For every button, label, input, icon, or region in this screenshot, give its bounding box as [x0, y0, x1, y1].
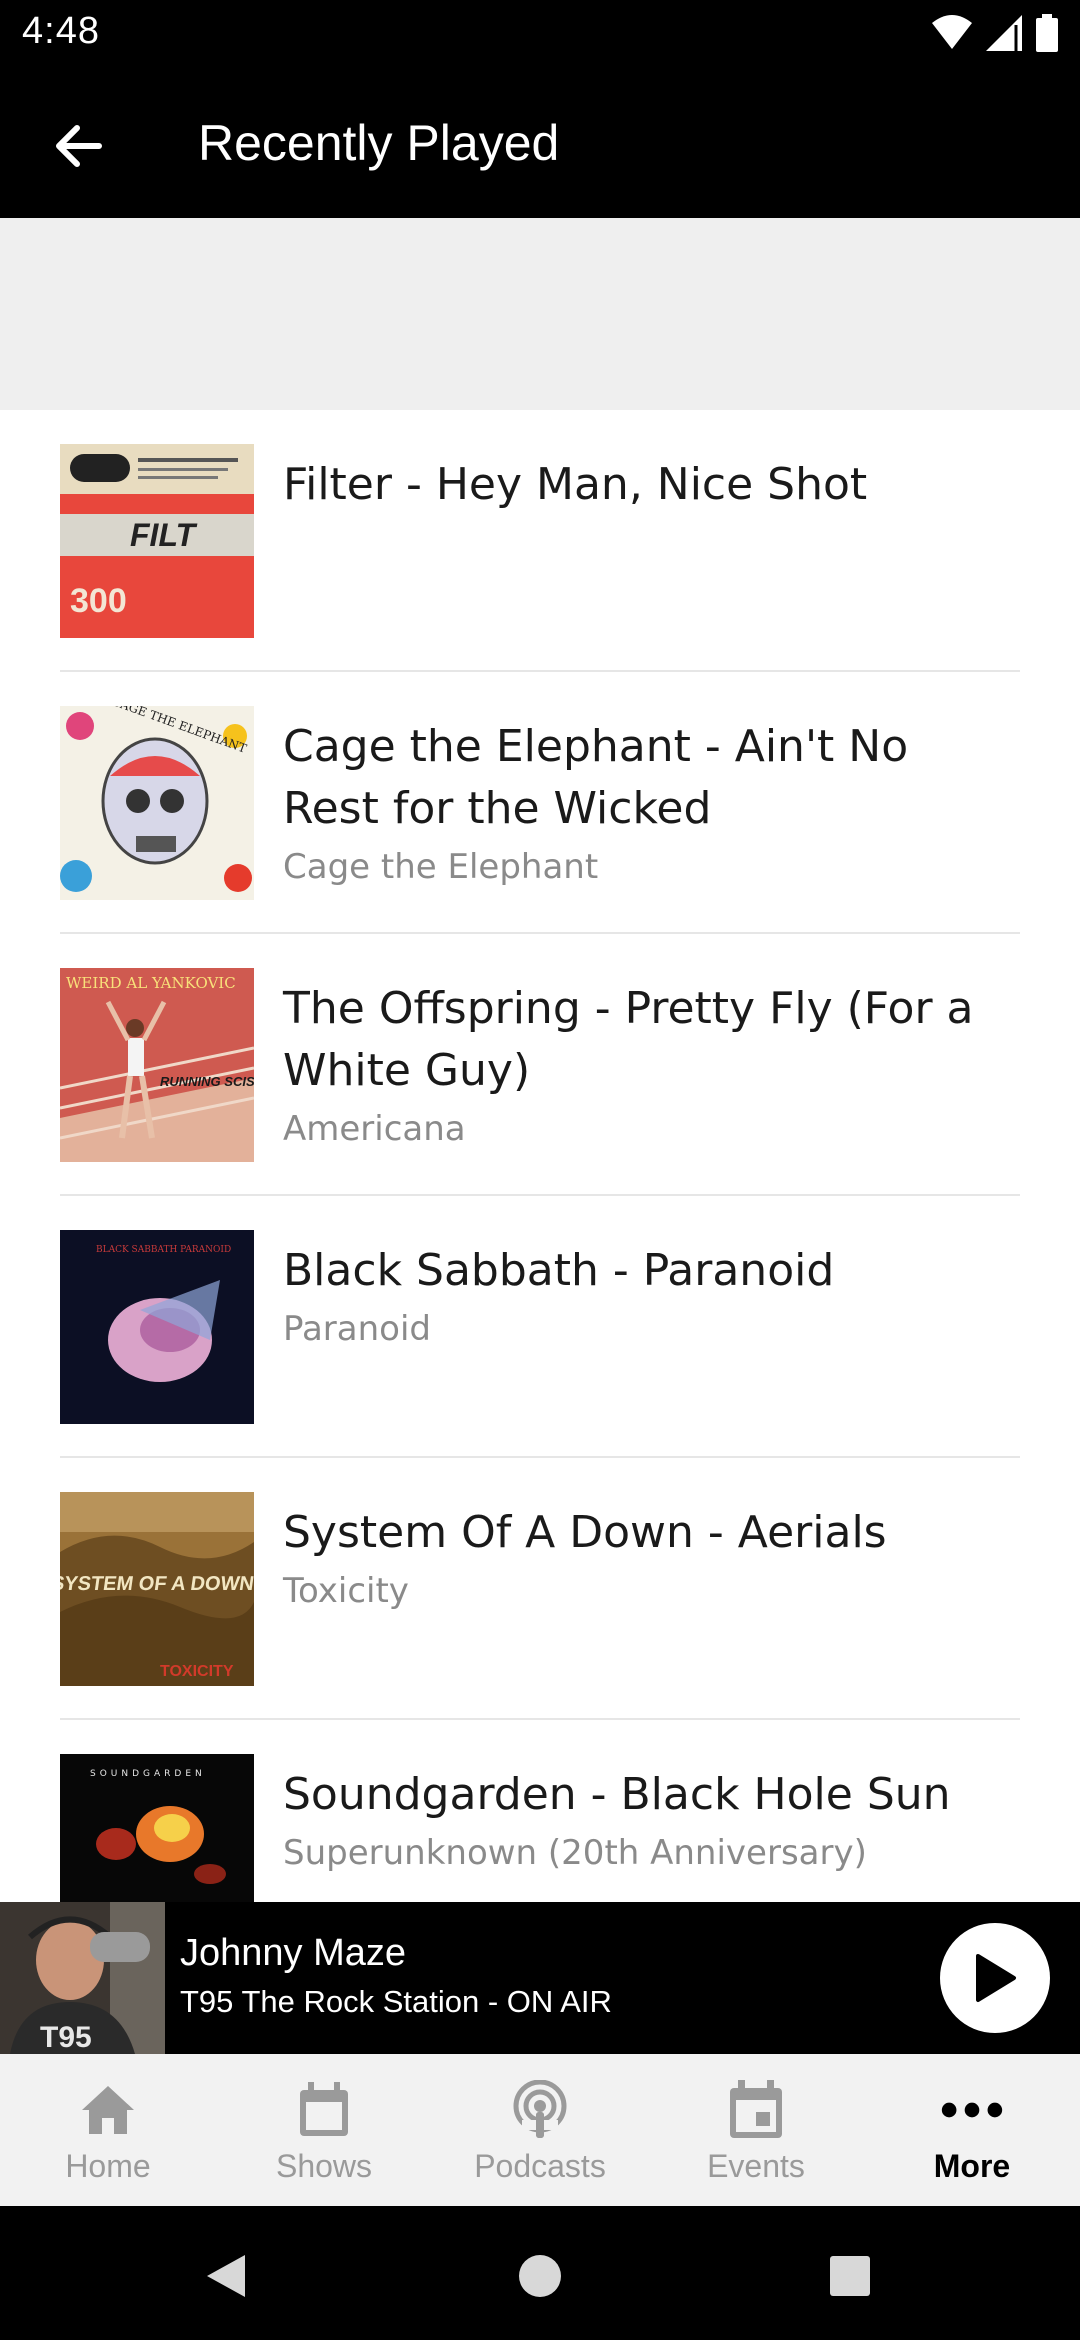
list-item[interactable]: CAGE THE ELEPHANT Cage the Elephant - Ai…: [60, 672, 1020, 934]
track-title: Black Sabbath - Paranoid: [283, 1245, 835, 1296]
offspring-art-text: WEIRD AL YANKOVIC: [66, 974, 236, 992]
list-item[interactable]: SYSTEM OF A DOWN TOXICITY System Of A Do…: [60, 1458, 1020, 1720]
more-icon: [941, 2102, 1003, 2118]
track-title: System Of A Down - Aerials: [283, 1507, 887, 1558]
nav-label: Shows: [275, 2148, 373, 2184]
system-navigation-bar: [0, 2206, 1080, 2340]
wifi-icon: [932, 15, 972, 49]
play-icon: [976, 1954, 1016, 2002]
podcast-icon: [513, 2080, 567, 2138]
calendar-icon: [300, 2082, 348, 2136]
triangle-back-icon: [207, 2255, 245, 2297]
nav-home[interactable]: Home: [0, 2054, 216, 2206]
nav-podcasts[interactable]: Podcasts: [432, 2054, 648, 2206]
filter-art-number: 300: [70, 582, 127, 620]
host-name: Johnny Maze: [180, 1932, 407, 1974]
filter-art-text: FILT: [130, 517, 198, 553]
square-recents-icon: [830, 2256, 870, 2296]
back-button[interactable]: [40, 108, 115, 183]
station-status: T95 The Rock Station - ON AIR: [180, 1984, 612, 2019]
album-art: CAGE THE ELEPHANT: [60, 706, 254, 900]
nav-more[interactable]: More: [864, 2054, 1080, 2206]
album-art: WEIRD AL YANKOVIC RUNNING SCISSORS: [60, 968, 254, 1162]
album-art: FILT 300: [60, 444, 254, 638]
list-item[interactable]: BLACK SABBATH PARANOID Black Sabbath - P…: [60, 1196, 1020, 1458]
status-time: 4:48: [22, 10, 100, 52]
signal-icon: [986, 15, 1022, 51]
mini-player[interactable]: T95 Johnny Maze T95 The Rock Station - O…: [0, 1902, 1080, 2054]
circle-home-icon: [519, 2255, 561, 2297]
track-subtitle: Cage the Elephant: [283, 847, 599, 887]
offspring-art-sub: RUNNING SCISSORS: [160, 1074, 254, 1089]
soundgarden-art-text: SOUNDGARDEN: [90, 1769, 206, 1779]
system-home-button[interactable]: [510, 2246, 570, 2306]
play-button[interactable]: [940, 1923, 1050, 2033]
track-subtitle: Superunknown (20th Anniversary): [283, 1833, 867, 1873]
nav-label: More: [933, 2148, 1011, 2184]
home-icon: [82, 2086, 134, 2134]
bottom-navigation: Home Shows Podcasts Events More: [0, 2054, 1080, 2206]
system-back-button[interactable]: [196, 2246, 256, 2306]
track-title: Soundgarden - Black Hole Sun: [283, 1769, 951, 1820]
track-subtitle: Toxicity: [283, 1571, 409, 1611]
list-item[interactable]: FILT 300 Filter - Hey Man, Nice Shot: [60, 410, 1020, 672]
host-avatar: T95: [0, 1902, 165, 2054]
list-item[interactable]: SOUNDGARDEN Soundgarden - Black Hole Sun…: [60, 1720, 1020, 1902]
album-art: SYSTEM OF A DOWN TOXICITY: [60, 1492, 254, 1686]
system-recents-button[interactable]: [820, 2246, 880, 2306]
soad-art-sub: TOXICITY: [160, 1663, 234, 1680]
track-subtitle: Americana: [283, 1109, 466, 1149]
list-item[interactable]: WEIRD AL YANKOVIC RUNNING SCISSORS The O…: [60, 934, 1020, 1196]
nav-events[interactable]: Events: [648, 2054, 864, 2206]
album-art: SOUNDGARDEN: [60, 1754, 254, 1902]
nav-label: Events: [707, 2148, 805, 2184]
track-title: Filter - Hey Man, Nice Shot: [283, 459, 868, 510]
page-title: Recently Played: [198, 115, 560, 171]
arrow-left-icon: [55, 124, 102, 167]
sabbath-art-text: BLACK SABBATH PARANOID: [96, 1245, 231, 1255]
track-title: Cage the Elephant - Ain't No Rest for th…: [283, 721, 909, 834]
banner-area: [0, 218, 1080, 410]
nav-shows[interactable]: Shows: [216, 2054, 432, 2206]
event-icon: [730, 2080, 782, 2138]
nav-label: Home: [65, 2148, 151, 2184]
track-subtitle: Paranoid: [283, 1309, 432, 1349]
app-bar: Recently Played: [0, 68, 1080, 218]
soad-art-text: SYSTEM OF A DOWN: [60, 1573, 254, 1595]
host-shirt-text: T95: [40, 2021, 92, 2054]
battery-icon: [1036, 14, 1058, 52]
recently-played-list: FILT 300 Filter - Hey Man, Nice Shot CAG…: [0, 410, 1080, 1902]
track-title: The Offspring - Pretty Fly (For a White …: [283, 983, 974, 1096]
nav-label: Podcasts: [474, 2148, 606, 2184]
status-bar: 4:48: [0, 0, 1080, 68]
status-icons: [932, 14, 1058, 52]
album-art: BLACK SABBATH PARANOID: [60, 1230, 254, 1424]
